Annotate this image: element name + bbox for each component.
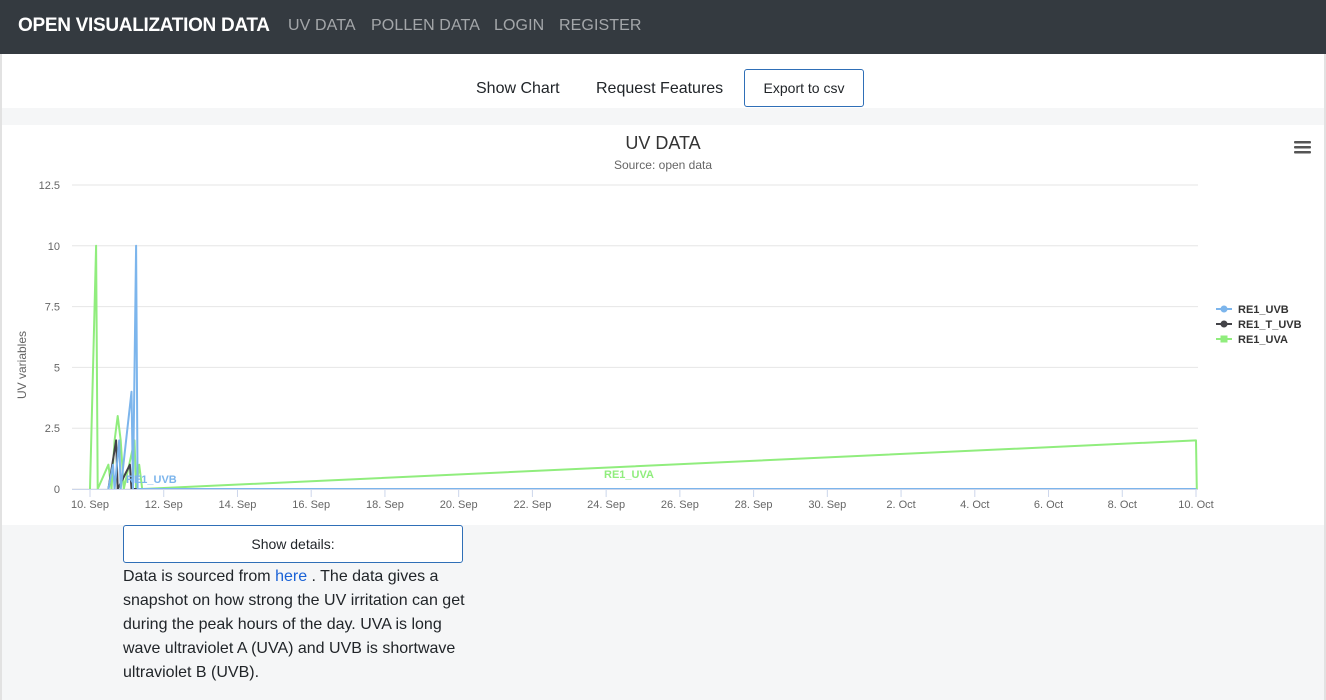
legend-label: RE1_UVB bbox=[1238, 304, 1289, 316]
x-tick-label: 20. Sep bbox=[440, 499, 478, 511]
x-tick-label: 10. Sep bbox=[71, 499, 109, 511]
y-tick-label: 2.5 bbox=[45, 423, 60, 435]
y-tick-label: 12.5 bbox=[39, 180, 60, 192]
chart-toolbar: Show Chart Request Features Export to cs… bbox=[2, 54, 1324, 108]
legend-marker bbox=[1220, 335, 1228, 343]
x-tick-label: 14. Sep bbox=[219, 499, 257, 511]
x-tick-label: 12. Sep bbox=[145, 499, 183, 511]
x-tick-label: 10. Oct bbox=[1178, 499, 1213, 511]
nav-link-register[interactable]: REGISTER bbox=[559, 17, 642, 35]
x-tick-label: 8. Oct bbox=[1108, 499, 1137, 511]
x-tick-label: 28. Sep bbox=[735, 499, 773, 511]
legend-item-re1-t-uvb[interactable]: RE1_T_UVB bbox=[1216, 319, 1302, 331]
hamburger-menu-icon[interactable] bbox=[1294, 141, 1311, 154]
y-tick-label: 5 bbox=[54, 362, 60, 374]
x-tick-label: 2. Oct bbox=[886, 499, 915, 511]
request-features-link[interactable]: Request Features bbox=[596, 80, 723, 98]
chart-title: UV DATA bbox=[625, 133, 700, 153]
series-label-re1-uvb: RE1_UVB bbox=[126, 474, 177, 486]
x-tick-label: 22. Sep bbox=[513, 499, 551, 511]
export-csv-button[interactable]: Export to csv bbox=[744, 69, 864, 107]
show-details-button[interactable]: Show details: bbox=[123, 525, 463, 563]
y-tick-label: 7.5 bbox=[45, 302, 60, 314]
x-tick-label: 30. Sep bbox=[808, 499, 846, 511]
nav-link-login[interactable]: LOGIN bbox=[494, 17, 544, 35]
legend-label: RE1_T_UVB bbox=[1238, 319, 1302, 331]
description-intro: Data is sourced from bbox=[123, 568, 276, 585]
nav-link-pollen-data[interactable]: POLLEN DATA bbox=[371, 17, 480, 35]
navbar-brand[interactable]: OPEN VISUALIZATION DATA bbox=[18, 15, 270, 37]
legend-label: RE1_UVA bbox=[1238, 334, 1288, 346]
legend-item-re1-uva[interactable]: RE1_UVA bbox=[1216, 334, 1288, 346]
chart-subtitle: Source: open data bbox=[614, 158, 712, 172]
y-tick-label: 0 bbox=[54, 484, 60, 496]
y-tick-label: 10 bbox=[48, 241, 60, 253]
description-text: Data is sourced from here . The data giv… bbox=[123, 565, 468, 685]
x-tick-label: 16. Sep bbox=[292, 499, 330, 511]
x-tick-label: 26. Sep bbox=[661, 499, 699, 511]
show-chart-link[interactable]: Show Chart bbox=[476, 80, 560, 98]
series-label-re1-uva: RE1_UVA bbox=[604, 469, 654, 481]
source-link[interactable]: here bbox=[275, 568, 307, 585]
chart-panel: RE1_UVB RE1_UVA 0 2.5 5 7.5 10 12.5 10. Sep 12. … bbox=[2, 125, 1324, 525]
x-tick-label: 24. Sep bbox=[587, 499, 625, 511]
legend-marker bbox=[1220, 320, 1228, 328]
x-tick-label: 6. Oct bbox=[1034, 499, 1063, 511]
x-tick-label: 4. Oct bbox=[960, 499, 989, 511]
x-tick-label: 18. Sep bbox=[366, 499, 404, 511]
legend-item-re1-uvb[interactable]: RE1_UVB bbox=[1216, 304, 1289, 316]
legend-marker bbox=[1220, 305, 1228, 313]
navbar: OPEN VISUALIZATION DATA UV DATA POLLEN D… bbox=[0, 0, 1326, 54]
nav-link-uv-data[interactable]: UV DATA bbox=[288, 17, 356, 35]
uv-chart: RE1_UVB RE1_UVA 0 2.5 5 7.5 10 12.5 10. Sep 12. … bbox=[15, 133, 1311, 511]
y-axis-title: UV variables bbox=[15, 331, 29, 399]
